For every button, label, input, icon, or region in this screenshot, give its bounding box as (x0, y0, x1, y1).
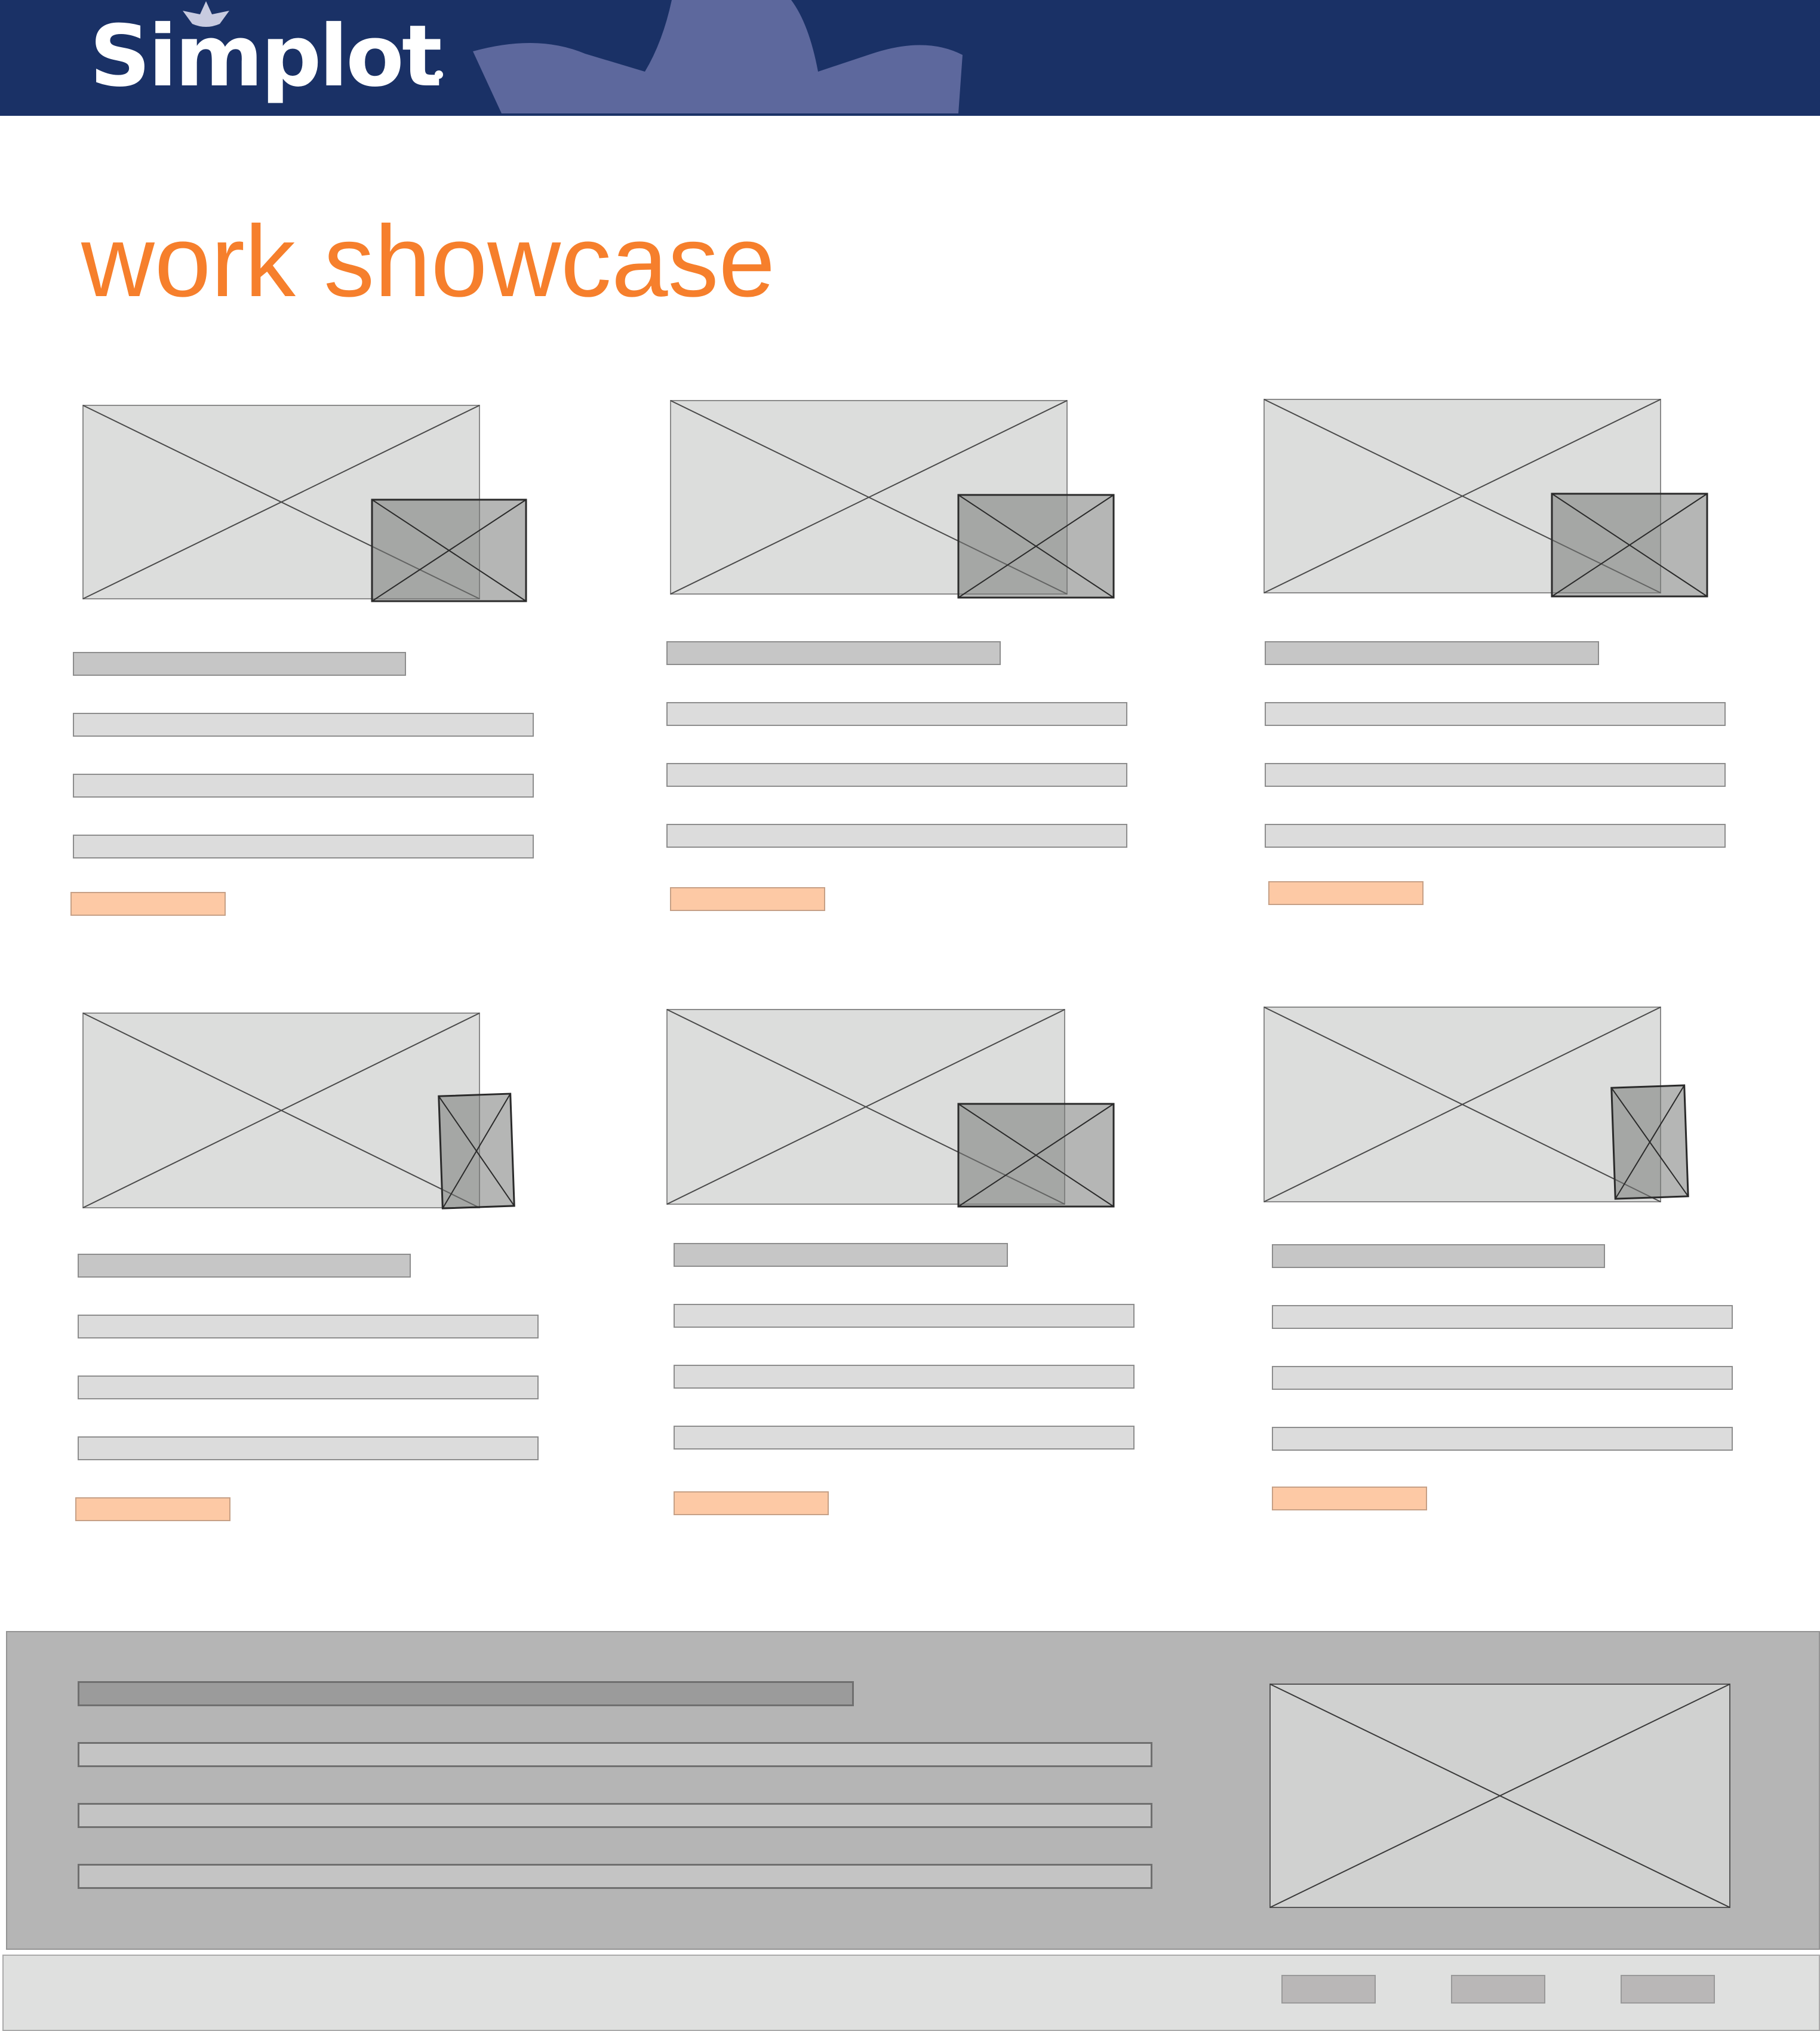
bottom-nav-bar (2, 1955, 1820, 2031)
card-title-placeholder (78, 1254, 411, 1278)
registered-mark-icon (435, 70, 443, 79)
text-line-placeholder (1272, 1305, 1733, 1329)
text-line-placeholder (666, 702, 1127, 726)
thumbnail-placeholder-icon (1610, 1084, 1689, 1200)
logo-text: Simplot (90, 7, 442, 106)
text-line-placeholder (674, 1304, 1135, 1328)
image-placeholder-icon (1263, 1007, 1661, 1202)
image-placeholder-icon (1269, 1684, 1730, 1908)
text-line-placeholder (666, 824, 1127, 848)
read-more-link-placeholder[interactable] (670, 887, 825, 911)
text-line-placeholder (78, 1436, 539, 1460)
text-line-placeholder (73, 774, 534, 798)
card-title-placeholder (1272, 1244, 1605, 1268)
card-title-placeholder (666, 641, 1001, 665)
thumbnail-placeholder-icon (957, 494, 1115, 599)
text-line-placeholder (1272, 1366, 1733, 1390)
card-title-placeholder (1265, 641, 1599, 665)
card-title-placeholder (674, 1243, 1008, 1267)
thumbnail-placeholder-icon (1551, 493, 1708, 598)
footer-nav-button-1[interactable] (1281, 1975, 1376, 2004)
logo-leaf-decoration-icon (473, 0, 963, 113)
text-line-placeholder (78, 1315, 539, 1338)
read-more-link-placeholder[interactable] (1268, 881, 1424, 905)
panel-title-placeholder (78, 1681, 854, 1706)
page-title: work showcase (81, 205, 776, 318)
text-line-placeholder (674, 1426, 1135, 1450)
text-line-placeholder (78, 1375, 539, 1399)
read-more-link-placeholder[interactable] (674, 1491, 829, 1515)
text-line-placeholder (666, 763, 1127, 787)
simplot-logo[interactable]: Simplot (90, 0, 448, 113)
card-title-placeholder (73, 652, 406, 676)
thumbnail-placeholder-icon (438, 1093, 515, 1210)
panel-text-line-placeholder (78, 1864, 1152, 1889)
text-line-placeholder (73, 835, 534, 858)
thumbnail-placeholder-icon (957, 1103, 1115, 1208)
image-placeholder-icon (82, 1013, 480, 1208)
thumbnail-placeholder-icon (371, 498, 527, 602)
footer-nav-button-3[interactable] (1621, 1975, 1715, 2004)
text-line-placeholder (73, 713, 534, 737)
text-line-placeholder (1265, 824, 1726, 848)
panel-text-line-placeholder (78, 1803, 1152, 1828)
text-line-placeholder (1265, 763, 1726, 787)
panel-text-line-placeholder (78, 1742, 1152, 1767)
text-line-placeholder (1272, 1427, 1733, 1451)
read-more-link-placeholder[interactable] (70, 892, 226, 916)
read-more-link-placeholder[interactable] (75, 1497, 230, 1521)
read-more-link-placeholder[interactable] (1272, 1487, 1427, 1510)
footer-nav-button-2[interactable] (1451, 1975, 1545, 2004)
text-line-placeholder (674, 1365, 1135, 1389)
text-line-placeholder (1265, 702, 1726, 726)
